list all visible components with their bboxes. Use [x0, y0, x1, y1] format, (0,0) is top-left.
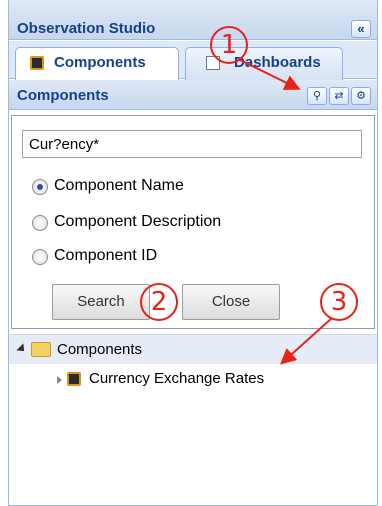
tree-item-label: Currency Exchange Rates [89, 370, 265, 387]
radio-label: Component Description [54, 213, 222, 230]
radio-dot[interactable] [32, 179, 48, 195]
expand-arrow-icon[interactable] [57, 376, 62, 384]
collapse-panel-button[interactable]: « [351, 20, 371, 38]
settings-icon[interactable]: ⚙ [351, 87, 371, 105]
annotation-marker-3: 3 [320, 283, 358, 321]
radio-dot[interactable] [32, 249, 48, 265]
folder-icon [31, 342, 51, 357]
refresh-icon[interactable]: ⇄ [329, 87, 349, 105]
radio-label: Component ID [54, 247, 158, 264]
tab-dashboards-label: Dashboards [234, 54, 321, 71]
search-button[interactable]: Search [52, 284, 150, 320]
radio-label: Component Name [54, 177, 184, 194]
observation-studio-panel: Observation Studio « Components Dashboar… [8, 0, 378, 506]
tab-components-label: Components [54, 54, 146, 71]
tab-dashboards[interactable]: Dashboards [185, 47, 343, 80]
annotation-marker-1: 1 [210, 26, 248, 64]
panel-title: Observation Studio [17, 20, 156, 37]
annotation-marker-2: 2 [140, 283, 178, 321]
radio-dot[interactable] [32, 215, 48, 231]
subheader-title: Components [17, 87, 109, 104]
chip-icon [30, 56, 44, 70]
tab-components[interactable]: Components [15, 47, 179, 80]
collapse-arrow-icon[interactable] [16, 343, 28, 355]
chip-icon [67, 372, 81, 386]
tree-root-row[interactable]: Components [9, 334, 377, 364]
binoculars-icon[interactable]: ⚲ [307, 87, 327, 105]
tree-item[interactable]: Currency Exchange Rates [9, 367, 377, 393]
components-subheader: Components ⚲ ⇄ ⚙ [9, 80, 377, 110]
panel-titlebar: Observation Studio « [9, 0, 377, 40]
tab-strip: Components Dashboards [9, 41, 377, 80]
search-input[interactable] [22, 130, 362, 158]
close-button[interactable]: Close [182, 284, 280, 320]
tree-root-label: Components [57, 341, 143, 358]
